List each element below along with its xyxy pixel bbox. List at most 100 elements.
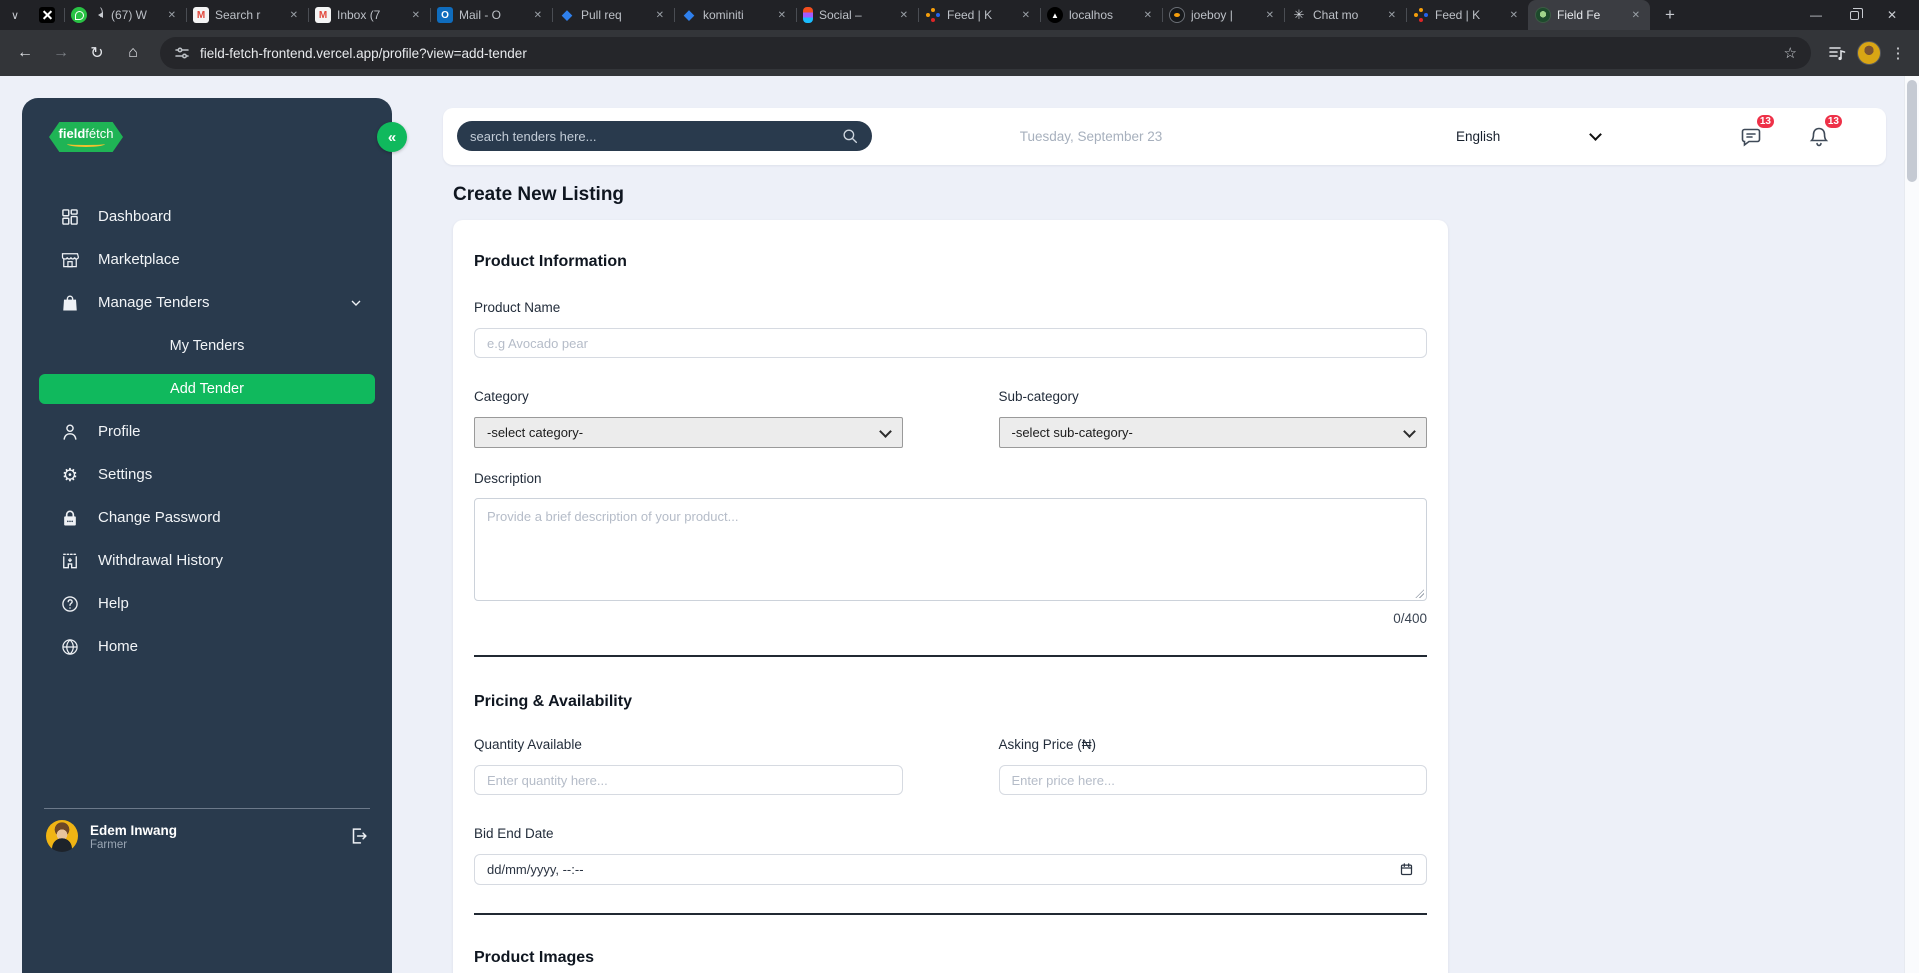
browser-tab-active[interactable]: Field Fe ✕ bbox=[1528, 0, 1650, 30]
restore-button[interactable] bbox=[1839, 4, 1869, 26]
tab-close-icon[interactable]: ✕ bbox=[897, 9, 911, 22]
browser-tab[interactable]: Inbox (7 ✕ bbox=[308, 0, 430, 30]
tab-close-icon[interactable]: ✕ bbox=[409, 9, 423, 22]
resize-handle[interactable] bbox=[1415, 589, 1424, 598]
sidebar-subitem-add-tender-active[interactable]: Add Tender bbox=[39, 374, 375, 404]
globe-icon bbox=[62, 638, 78, 655]
browser-tab[interactable]: Search r ✕ bbox=[186, 0, 308, 30]
tab-close-icon[interactable]: ✕ bbox=[653, 9, 667, 22]
browser-tab[interactable]: Feed | K ✕ bbox=[1406, 0, 1528, 30]
sidebar-item-profile[interactable]: Profile bbox=[22, 410, 392, 453]
quantity-input[interactable] bbox=[474, 765, 903, 795]
site-info-icon[interactable] bbox=[174, 45, 190, 61]
browser-tab[interactable]: Feed | K ✕ bbox=[918, 0, 1040, 30]
category-select-wrap: -select category- bbox=[474, 417, 903, 448]
reload-button[interactable]: ↻ bbox=[82, 38, 112, 68]
sidebar-item-help[interactable]: Help bbox=[22, 582, 392, 625]
browser-tab[interactable]: localhos ✕ bbox=[1040, 0, 1162, 30]
browser-tab[interactable]: Pull req ✕ bbox=[552, 0, 674, 30]
sidebar-item-home[interactable]: Home bbox=[22, 625, 392, 668]
tab-close-icon[interactable]: ✕ bbox=[1263, 9, 1277, 22]
sidebar-item-withdrawal-history[interactable]: Withdrawal History bbox=[22, 539, 392, 582]
tab-close-icon[interactable]: ✕ bbox=[1629, 9, 1643, 22]
tab-close-icon[interactable]: ✕ bbox=[1019, 9, 1033, 22]
withdrawal-icon bbox=[63, 553, 77, 568]
notifications-button[interactable]: 13 bbox=[1801, 113, 1844, 155]
language-select[interactable]: English bbox=[1456, 122, 1606, 150]
search-icon[interactable] bbox=[841, 127, 859, 145]
forward-button[interactable]: → bbox=[46, 38, 76, 68]
price-label: Asking Price (₦) bbox=[998, 737, 1097, 752]
address-bar[interactable]: field-fetch-frontend.vercel.app/profile?… bbox=[160, 37, 1811, 69]
tab-label: Chat mo bbox=[1313, 8, 1359, 22]
subcategory-select-wrap: -select sub-category- bbox=[998, 417, 1427, 448]
section-divider bbox=[474, 913, 1427, 915]
chevron-down-icon[interactable] bbox=[348, 295, 364, 311]
browser-tab[interactable]: (67) W ✕ bbox=[64, 0, 186, 30]
browser-profile-avatar[interactable] bbox=[1857, 41, 1881, 65]
product-name-input[interactable] bbox=[474, 328, 1427, 358]
close-window-button[interactable]: ✕ bbox=[1877, 4, 1907, 26]
logout-button[interactable] bbox=[348, 825, 370, 847]
pinned-tab[interactable] bbox=[30, 0, 64, 30]
browser-tab[interactable]: joeboy | ✕ bbox=[1162, 0, 1284, 30]
messages-button[interactable]: 13 bbox=[1733, 113, 1776, 155]
sidebar-collapse-button[interactable]: « bbox=[377, 122, 407, 152]
logo-part1: field bbox=[58, 126, 86, 141]
tab-label: Field Fe bbox=[1557, 8, 1601, 22]
fieldfetch-logo[interactable]: fieldfétch bbox=[49, 122, 123, 152]
tab-label: Pull req bbox=[581, 8, 622, 22]
tab-close-icon[interactable]: ✕ bbox=[1507, 9, 1521, 22]
subcategory-select[interactable]: -select sub-category- bbox=[998, 417, 1427, 448]
user-avatar[interactable] bbox=[46, 820, 78, 852]
url-text[interactable]: field-fetch-frontend.vercel.app/profile?… bbox=[200, 46, 1774, 61]
tab-close-icon[interactable]: ✕ bbox=[775, 9, 789, 22]
calendar-icon[interactable] bbox=[1399, 862, 1414, 877]
tab-label: (67) W bbox=[111, 8, 147, 22]
sidebar: fieldfétch « Dashboard Marketplace Manag… bbox=[22, 98, 407, 973]
tab-close-icon[interactable]: ✕ bbox=[287, 9, 301, 22]
back-button[interactable]: ← bbox=[10, 38, 40, 68]
new-tab-button[interactable]: + bbox=[1656, 1, 1684, 29]
storefront-icon bbox=[61, 252, 79, 267]
sidebar-subitem-my-tenders[interactable]: My Tenders bbox=[22, 324, 392, 367]
bookmark-star-icon[interactable]: ☆ bbox=[1784, 44, 1797, 62]
language-select-wrap: English bbox=[1456, 122, 1606, 150]
scrollbar-thumb[interactable] bbox=[1907, 80, 1917, 182]
sidebar-item-manage-tenders[interactable]: Manage Tenders bbox=[22, 281, 392, 324]
sidebar-item-dashboard[interactable]: Dashboard bbox=[22, 195, 392, 238]
browser-tab[interactable]: kominiti ✕ bbox=[674, 0, 796, 30]
tab-search-caret-icon[interactable]: ∨ bbox=[0, 9, 30, 22]
browser-tab[interactable]: Chat mo ✕ bbox=[1284, 0, 1406, 30]
category-select[interactable]: -select category- bbox=[474, 417, 903, 448]
tab-label: Social – bbox=[819, 8, 862, 22]
tab-close-icon[interactable]: ✕ bbox=[1385, 9, 1399, 22]
quantity-label: Quantity Available bbox=[474, 737, 582, 752]
dashboard-icon bbox=[62, 208, 78, 225]
description-textarea[interactable] bbox=[474, 498, 1427, 601]
product-name-label: Product Name bbox=[474, 300, 561, 315]
page-scrollbar[interactable] bbox=[1904, 76, 1919, 973]
tab-close-icon[interactable]: ✕ bbox=[531, 9, 545, 22]
media-control-icon[interactable] bbox=[1823, 39, 1851, 67]
section-heading-product-info: Product Information bbox=[474, 253, 627, 270]
browser-menu-icon[interactable]: ⋮ bbox=[1887, 44, 1909, 62]
figma-icon bbox=[803, 7, 813, 23]
price-input[interactable] bbox=[998, 765, 1427, 795]
browser-tab[interactable]: Social – ✕ bbox=[796, 0, 918, 30]
sidebar-item-marketplace[interactable]: Marketplace bbox=[22, 238, 392, 281]
sidebar-item-label: Marketplace bbox=[98, 251, 180, 268]
tender-search[interactable] bbox=[457, 121, 872, 151]
tab-close-icon[interactable]: ✕ bbox=[1141, 9, 1155, 22]
tab-close-icon[interactable]: ✕ bbox=[165, 9, 179, 22]
browser-tab[interactable]: Mail - O ✕ bbox=[430, 0, 552, 30]
lock-icon bbox=[64, 510, 76, 525]
sidebar-item-change-password[interactable]: Change Password bbox=[22, 496, 392, 539]
kominiti-icon bbox=[1413, 7, 1429, 23]
search-input[interactable] bbox=[470, 128, 833, 144]
home-button[interactable]: ⌂ bbox=[118, 38, 148, 68]
minimize-button[interactable]: — bbox=[1801, 4, 1831, 26]
sidebar-item-settings[interactable]: ⚙ Settings bbox=[22, 453, 392, 496]
tab-audio-icon[interactable] bbox=[93, 7, 105, 21]
bid-end-date-input[interactable]: dd/mm/yyyy, --:-- bbox=[474, 854, 1427, 885]
